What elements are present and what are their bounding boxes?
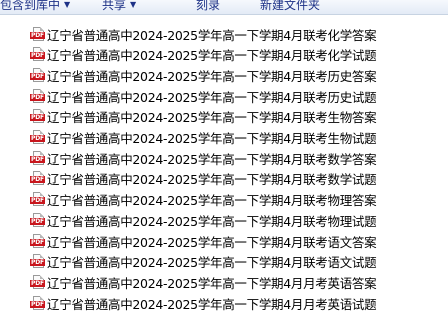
pdf-file-icon: PDF xyxy=(30,212,45,228)
pdf-file-icon: PDF xyxy=(30,274,45,290)
file-name: 辽宁省普通高中2024-2025学年高一下学期4月联考生物答案 xyxy=(47,110,377,126)
file-name: 辽宁省普通高中2024-2025学年高一下学期4月联考生物试题 xyxy=(47,131,377,146)
explorer-window: 包含到库中 ▼ 共享 ▼ 刻录 新建文件夹 PDF 辽宁省普通高中2024-202… xyxy=(0,0,448,333)
file-name: 辽宁省普通高中2024-2025学年高一下学期4月联考数学答案 xyxy=(47,151,377,167)
file-list-item[interactable]: PDF 辽宁省普通高中2024-2025学年高一下学期4月联考历史答案 xyxy=(30,65,440,85)
pdf-file-icon: PDF xyxy=(30,26,45,42)
burn-button[interactable]: 刻录 xyxy=(196,0,220,14)
pdf-file-icon: PDF xyxy=(30,67,45,83)
pdf-file-icon: PDF xyxy=(30,254,45,269)
file-list-item[interactable]: PDF 辽宁省普通高中2024-2025学年高一下学期4月联考生物试题 xyxy=(30,128,440,148)
file-name: 辽宁省普通高中2024-2025学年高一下学期4月联考化学试题 xyxy=(47,48,377,64)
include-in-library-button[interactable]: 包含到库中 ▼ xyxy=(0,0,70,14)
pdf-file-icon: PDF xyxy=(30,295,45,311)
file-list-item[interactable]: PDF 辽宁省普通高中2024-2025学年高一下学期4月联考生物答案 xyxy=(30,107,440,127)
file-name: 辽宁省普通高中2024-2025学年高一下学期4月月考英语答案 xyxy=(47,275,377,291)
file-list-item[interactable]: PDF 辽宁省普通高中2024-2025学年高一下学期4月联考数学试题 xyxy=(30,169,440,189)
include-in-library-label: 包含到库中 xyxy=(0,0,61,12)
file-name: 辽宁省普通高中2024-2025学年高一下学期4月联考数学试题 xyxy=(47,172,377,188)
burn-label: 刻录 xyxy=(196,0,221,12)
file-name: 辽宁省普通高中2024-2025学年高一下学期4月联考物理试题 xyxy=(47,213,377,229)
file-name: 辽宁省普通高中2024-2025学年高一下学期4月月考英语试题 xyxy=(47,296,377,312)
file-list-item[interactable]: PDF 辽宁省普通高中2024-2025学年高一下学期4月月考英语试题 xyxy=(30,293,440,313)
chevron-down-icon: ▼ xyxy=(64,0,71,9)
file-list-item[interactable]: PDF 辽宁省普通高中2024-2025学年高一下学期4月联考数学答案 xyxy=(30,148,440,168)
file-name: 辽宁省普通高中2024-2025学年高一下学期4月联考化学答案 xyxy=(47,27,377,43)
chevron-down-icon: ▼ xyxy=(130,0,137,9)
pdf-file-icon: PDF xyxy=(30,88,45,104)
pdf-file-icon: PDF xyxy=(30,150,45,166)
pdf-file-icon: PDF xyxy=(30,233,45,249)
file-list-item[interactable]: PDF 辽宁省普通高中2024-2025学年高一下学期4月联考历史试题 xyxy=(30,86,440,106)
pdf-file-icon: PDF xyxy=(30,130,45,145)
pdf-file-icon: PDF xyxy=(30,109,45,124)
pdf-file-icon: PDF xyxy=(30,192,45,207)
file-list-item[interactable]: PDF 辽宁省普通高中2024-2025学年高一下学期4月联考语文试题 xyxy=(30,252,440,272)
file-name: 辽宁省普通高中2024-2025学年高一下学期4月联考历史试题 xyxy=(47,89,377,105)
file-name: 辽宁省普通高中2024-2025学年高一下学期4月联考语文答案 xyxy=(47,234,377,250)
command-bar: 包含到库中 ▼ 共享 ▼ 刻录 新建文件夹 xyxy=(0,0,448,15)
pdf-file-icon: PDF xyxy=(30,47,45,62)
file-list-item[interactable]: PDF 辽宁省普通高中2024-2025学年高一下学期4月联考语文答案 xyxy=(30,231,440,251)
new-folder-label: 新建文件夹 xyxy=(260,0,321,12)
share-label: 共享 xyxy=(102,0,127,12)
file-name: 辽宁省普通高中2024-2025学年高一下学期4月联考物理答案 xyxy=(47,193,377,209)
file-name: 辽宁省普通高中2024-2025学年高一下学期4月联考历史答案 xyxy=(47,68,377,84)
share-button[interactable]: 共享 ▼ xyxy=(102,0,136,14)
pdf-file-icon: PDF xyxy=(30,171,45,186)
file-list-item[interactable]: PDF 辽宁省普通高中2024-2025学年高一下学期4月联考物理试题 xyxy=(30,210,440,230)
file-list-item[interactable]: PDF 辽宁省普通高中2024-2025学年高一下学期4月联考物理答案 xyxy=(30,190,440,210)
new-folder-button[interactable]: 新建文件夹 xyxy=(260,0,320,14)
file-name: 辽宁省普通高中2024-2025学年高一下学期4月联考语文试题 xyxy=(47,255,377,271)
file-list-item[interactable]: PDF 辽宁省普通高中2024-2025学年高一下学期4月联考化学试题 xyxy=(30,45,440,65)
file-list-item[interactable]: PDF 辽宁省普通高中2024-2025学年高一下学期4月联考化学答案 xyxy=(30,24,440,44)
file-list-item[interactable]: PDF 辽宁省普通高中2024-2025学年高一下学期4月月考英语答案 xyxy=(30,272,440,292)
